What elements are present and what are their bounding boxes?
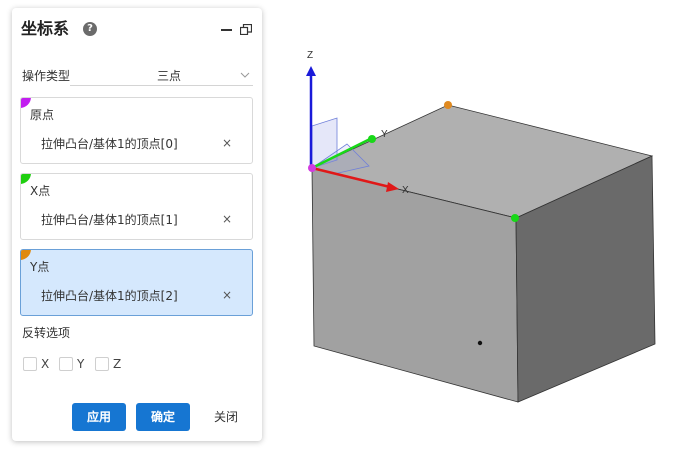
origin-point-title: 原点 <box>30 108 55 122</box>
y-point-vertex[interactable] <box>444 101 452 109</box>
reverse-options-label: 反转选项 <box>22 326 71 340</box>
operation-type-select[interactable]: 三点 <box>70 67 253 86</box>
y-point-marker <box>21 250 31 260</box>
3d-viewport[interactable]: Z Y X <box>268 0 674 453</box>
clear-icon[interactable]: × <box>222 288 232 302</box>
checkbox-label: Z <box>113 357 122 371</box>
x-point-value: 拉伸凸台/基体1的顶点[1] <box>41 213 178 227</box>
x-point-vertex-edge[interactable] <box>511 214 519 222</box>
operation-type-value: 三点 <box>157 69 182 83</box>
checkbox-label: X <box>41 357 50 371</box>
x-point-vertex[interactable] <box>368 135 376 143</box>
ok-button[interactable]: 确定 <box>136 403 190 431</box>
checkbox-box[interactable] <box>95 357 109 371</box>
face-point <box>477 340 483 346</box>
checkbox-box[interactable] <box>23 357 37 371</box>
x-point-title: X点 <box>30 184 51 198</box>
chevron-down-icon <box>240 72 250 78</box>
origin-point-value: 拉伸凸台/基体1的顶点[0] <box>41 137 178 151</box>
origin-vertex[interactable] <box>308 164 316 172</box>
coordinate-system-panel: 坐标系 ? 操作类型 三点 原点 拉伸凸台/基体1的顶点[0] × X点 拉伸凸… <box>12 8 262 441</box>
operation-type-label: 操作类型 <box>22 69 71 83</box>
clear-icon[interactable]: × <box>222 136 232 150</box>
checkbox-label: Y <box>77 357 85 371</box>
minimize-icon[interactable] <box>221 29 232 31</box>
x-axis-label: X <box>402 185 409 196</box>
x-point-field[interactable]: X点 拉伸凸台/基体1的顶点[1] × <box>20 173 253 240</box>
clear-icon[interactable]: × <box>222 212 232 226</box>
y-axis-label: Y <box>381 129 388 140</box>
z-axis-label: Z <box>307 50 313 61</box>
y-point-title: Y点 <box>30 260 50 274</box>
z-axis-arrowhead <box>306 66 316 76</box>
origin-marker <box>21 98 31 108</box>
checkbox-box[interactable] <box>59 357 73 371</box>
x-point-marker <box>21 174 31 184</box>
y-point-value: 拉伸凸台/基体1的顶点[2] <box>41 289 178 303</box>
y-point-field[interactable]: Y点 拉伸凸台/基体1的顶点[2] × <box>20 249 253 316</box>
panel-title: 坐标系 <box>21 19 70 38</box>
restore-icon[interactable] <box>240 24 252 35</box>
apply-button[interactable]: 应用 <box>72 403 126 431</box>
close-button[interactable]: 关闭 <box>204 403 248 431</box>
origin-point-field[interactable]: 原点 拉伸凸台/基体1的顶点[0] × <box>20 97 253 164</box>
help-icon[interactable]: ? <box>83 22 97 36</box>
panel-header: 坐标系 ? <box>21 18 254 40</box>
operation-type-row: 操作类型 三点 <box>22 67 254 86</box>
